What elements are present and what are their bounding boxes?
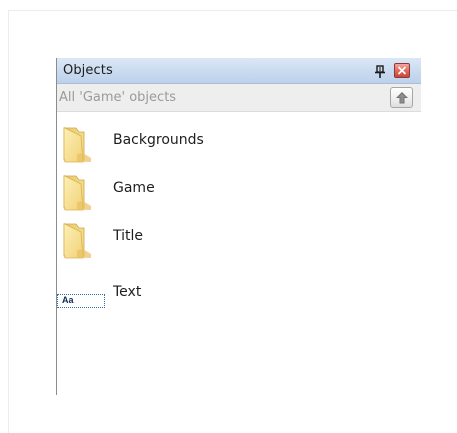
list-item-label: Text — [113, 284, 142, 300]
text-object-icon: Aa — [57, 294, 109, 312]
list-item-game[interactable]: Game — [57, 170, 417, 214]
up-folder-button[interactable] — [390, 87, 413, 108]
folder-icon — [61, 172, 99, 212]
current-path-label: All 'Game' objects — [59, 90, 177, 105]
close-button[interactable] — [394, 63, 410, 78]
path-bar: All 'Game' objects — [57, 84, 421, 112]
list-item-label: Backgrounds — [113, 132, 204, 148]
pin-icon[interactable] — [374, 64, 386, 78]
panel-title: Objects — [63, 63, 113, 78]
close-icon — [397, 66, 407, 75]
folder-icon — [61, 124, 99, 164]
list-item-label: Game — [113, 180, 155, 196]
text-object-glyph: Aa — [62, 295, 74, 305]
folder-icon — [61, 220, 99, 260]
list-item-title[interactable]: Title — [57, 218, 417, 262]
objects-panel: Objects All 'Game' objects Backgrounds G… — [56, 58, 421, 395]
panel-titlebar[interactable]: Objects — [57, 58, 421, 84]
list-item-text[interactable]: Aa Text — [57, 280, 417, 324]
list-item-label: Title — [113, 228, 144, 244]
text-object-preview: Aa — [57, 294, 105, 308]
arrow-up-icon — [396, 92, 408, 104]
list-item-backgrounds[interactable]: Backgrounds — [57, 122, 417, 166]
